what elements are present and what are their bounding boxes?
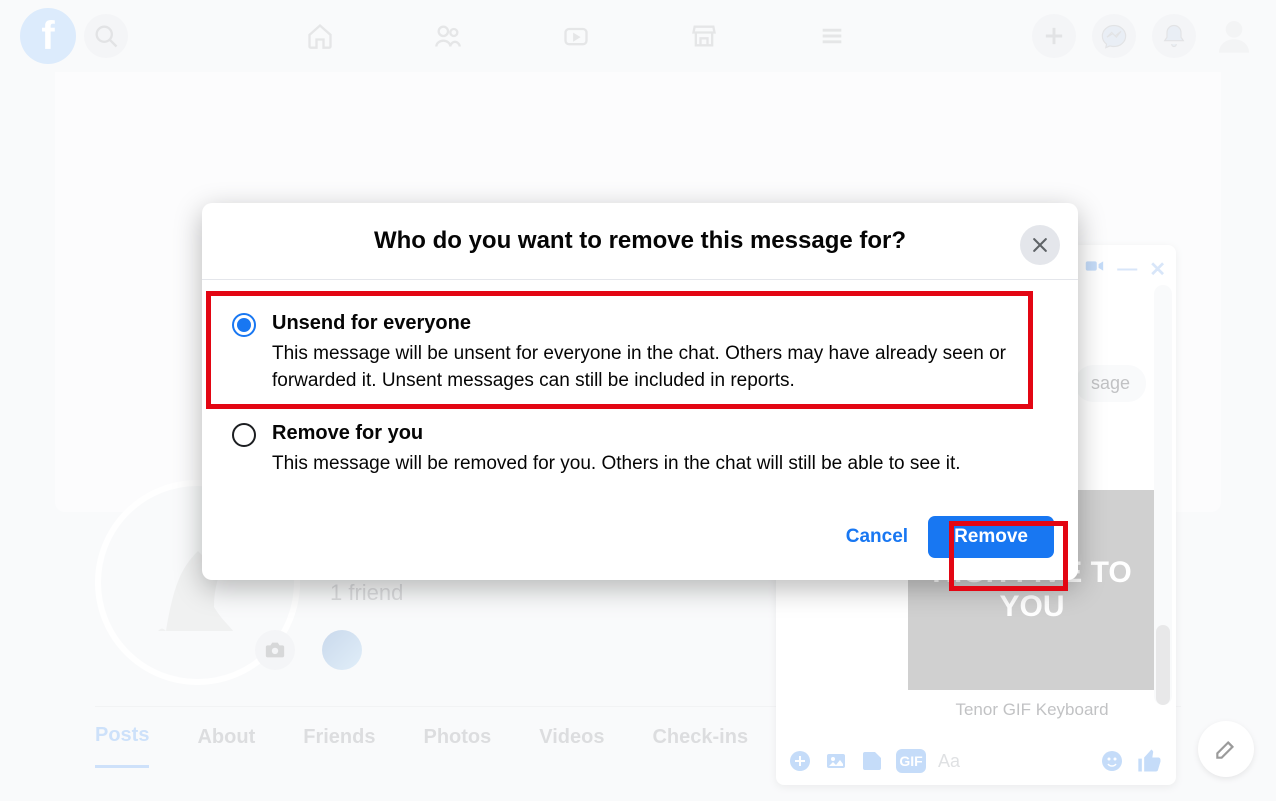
option-title: Unsend for everyone [272,312,1048,335]
search-icon [92,22,120,50]
chat-scrollbar[interactable] [1154,285,1172,705]
message-bubble: sage [1075,365,1146,402]
close-modal-button[interactable] [1020,225,1060,265]
like-icon[interactable] [1136,747,1164,775]
tab-posts[interactable]: Posts [95,724,149,768]
chat-header-actions: — ✕ [1083,255,1166,283]
sticker-icon[interactable] [860,749,884,773]
tab-photos[interactable]: Photos [423,726,491,767]
new-message-button[interactable] [1198,721,1254,777]
option-content: Unsend for everyone This message will be… [272,312,1048,394]
plus-icon [1040,22,1068,50]
search-button[interactable] [84,14,128,58]
tab-videos[interactable]: Videos [539,726,604,767]
radio-remove-for-you[interactable] [232,423,256,447]
tab-about[interactable]: About [197,726,255,767]
messenger-button[interactable] [1092,14,1136,58]
friends-icon[interactable] [434,22,462,50]
radio-unsend-everyone[interactable] [232,313,256,337]
add-more-icon[interactable] [788,749,812,773]
avatar-icon [1214,16,1254,56]
account-avatar[interactable] [1212,14,1256,58]
cancel-button[interactable]: Cancel [846,526,908,548]
modal-header: Who do you want to remove this message f… [202,203,1078,280]
notifications-button[interactable] [1152,14,1196,58]
friend-count: 1 friend [330,580,403,606]
watch-icon[interactable] [562,22,590,50]
messenger-icon [1100,22,1128,50]
video-call-icon[interactable] [1083,255,1105,283]
close-icon [1030,235,1050,255]
facebook-logo[interactable]: f [20,8,76,64]
chat-input[interactable]: Aa [938,751,1088,772]
gif-icon[interactable]: GIF [896,749,926,773]
compose-icon [1213,736,1239,762]
option-content: Remove for you This message will be remo… [272,422,1048,478]
logo-letter: f [41,14,54,59]
nav-center [128,22,1024,50]
bell-icon [1160,22,1188,50]
top-nav: f [0,0,1276,72]
camera-button[interactable] [255,630,295,670]
scrollbar-thumb[interactable] [1156,625,1170,705]
option-unsend-everyone[interactable]: Unsend for everyone This message will be… [226,302,1054,412]
marketplace-icon[interactable] [690,22,718,50]
remove-message-modal: Who do you want to remove this message f… [202,203,1078,580]
emoji-icon[interactable] [1100,749,1124,773]
minimize-icon[interactable]: — [1117,258,1137,281]
option-title: Remove for you [272,422,1048,445]
remove-button[interactable]: Remove [928,516,1054,558]
option-description: This message will be unsent for everyone… [272,341,1048,394]
modal-title: Who do you want to remove this message f… [262,227,1018,255]
create-button[interactable] [1032,14,1076,58]
nav-right [1024,14,1256,58]
story-bubble[interactable] [322,630,362,670]
tab-checkins[interactable]: Check-ins [652,726,748,767]
close-chat-icon[interactable]: ✕ [1149,257,1166,282]
option-description: This message will be removed for you. Ot… [272,451,1048,478]
photo-icon[interactable] [824,749,848,773]
modal-body: Unsend for everyone This message will be… [202,280,1078,504]
profile-tabs: Posts About Friends Photos Videos Check-… [95,724,859,768]
tab-friends[interactable]: Friends [303,726,375,767]
modal-footer: Cancel Remove [202,504,1078,580]
camera-icon [264,639,286,661]
home-icon[interactable] [306,22,334,50]
gif-source-label: Tenor GIF Keyboard [908,700,1156,720]
option-remove-for-you[interactable]: Remove for you This message will be remo… [226,412,1054,496]
menu-icon[interactable] [818,22,846,50]
chat-input-row: GIF Aa [788,747,1164,775]
